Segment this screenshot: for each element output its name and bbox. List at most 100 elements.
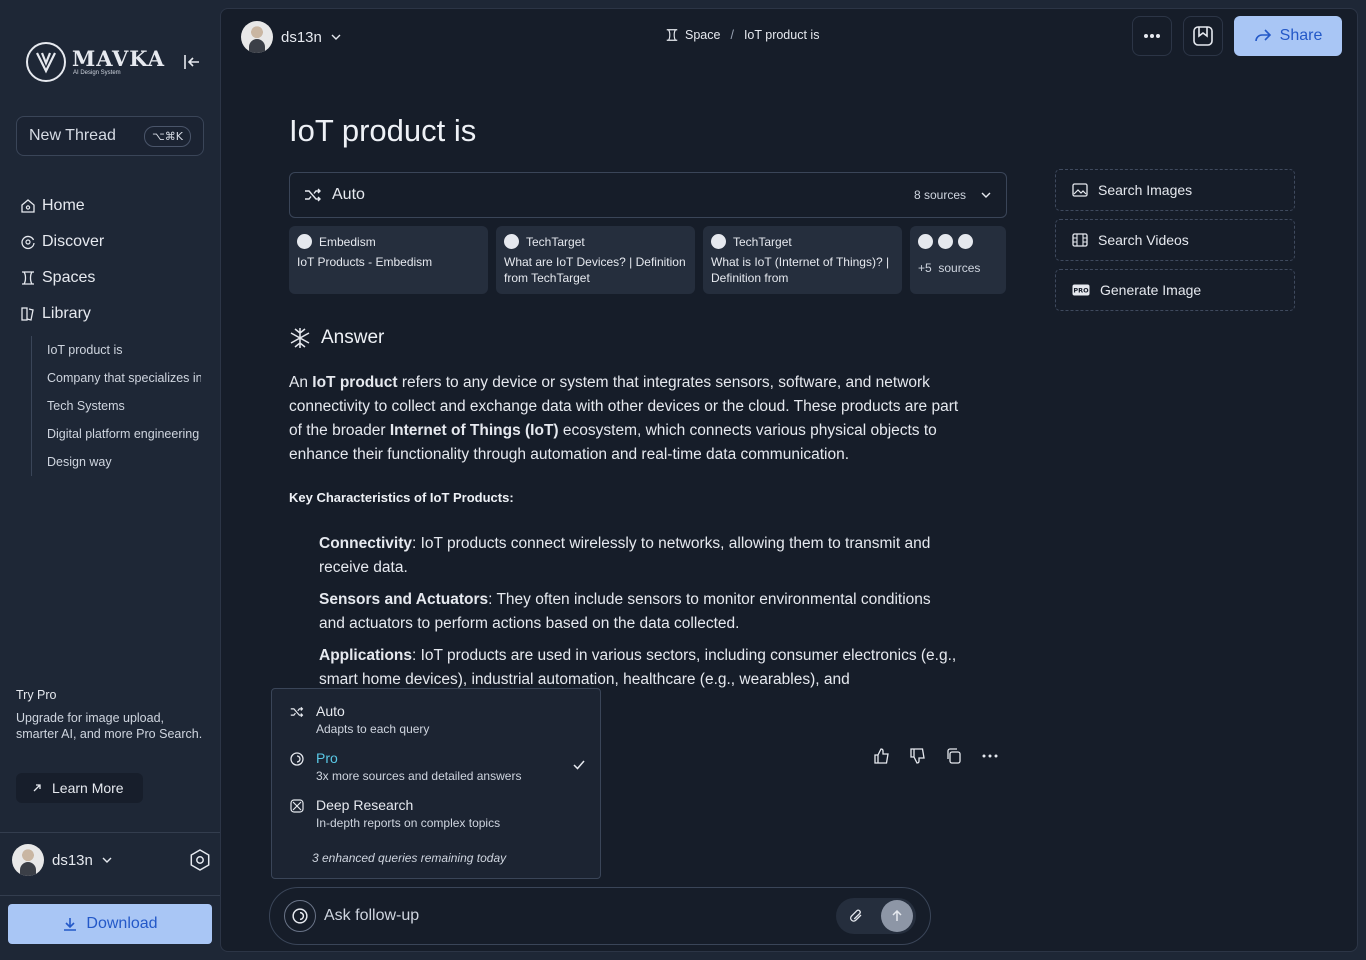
bookmark-icon xyxy=(1192,25,1214,47)
source-site: TechTarget xyxy=(526,234,585,249)
characteristics-list: Connectivity: IoT products connect wirel… xyxy=(319,532,959,690)
paperclip-icon[interactable] xyxy=(848,908,864,924)
atom-icon xyxy=(290,799,304,813)
spaces-icon xyxy=(20,270,36,286)
sidebar-user-menu[interactable]: ds13n xyxy=(12,844,113,876)
followup-actions xyxy=(836,898,916,934)
generate-image-button[interactable]: PRO Generate Image xyxy=(1055,269,1295,311)
try-pro-title: Try Pro xyxy=(16,688,57,702)
share-button[interactable]: Share xyxy=(1234,16,1342,56)
more-sources-card[interactable]: +5 sources xyxy=(910,226,1006,294)
mode-option-deep-research[interactable]: Deep Research In-depth reports on comple… xyxy=(290,797,586,830)
mode-option-pro[interactable]: Pro 3x more sources and detailed answers xyxy=(290,750,586,783)
divider xyxy=(0,895,220,896)
breadcrumb: Space / IoT product is xyxy=(665,28,819,42)
header-username: ds13n xyxy=(281,28,322,46)
breadcrumb-space[interactable]: Space xyxy=(685,28,720,42)
mavka-logo-icon xyxy=(26,42,66,82)
answer-text: An IoT product refers to any device or s… xyxy=(289,371,959,467)
thumbs-up-icon[interactable] xyxy=(873,747,893,767)
sources-count: 8 sources xyxy=(913,188,966,202)
source-card[interactable]: Embedism IoT Products - Embedism xyxy=(289,226,488,294)
settings-icon[interactable] xyxy=(188,848,212,872)
library-item[interactable]: Tech Systems xyxy=(47,392,201,420)
source-site: TechTarget xyxy=(733,234,792,249)
svg-text:PRO: PRO xyxy=(1073,287,1089,295)
thumbs-down-icon[interactable] xyxy=(909,747,929,767)
collapse-sidebar-icon[interactable] xyxy=(182,52,202,72)
quick-action-label: Generate Image xyxy=(1100,282,1202,298)
library-item[interactable]: IoT product is xyxy=(47,336,201,364)
search-videos-button[interactable]: Search Videos xyxy=(1055,219,1295,261)
mode-option-auto[interactable]: Auto Adapts to each query xyxy=(290,703,586,736)
library-list: IoT product is Company that specializes … xyxy=(31,336,210,476)
sidebar-item-label: Library xyxy=(42,305,91,322)
share-label: Share xyxy=(1279,27,1323,44)
chevron-down-icon xyxy=(101,854,113,866)
source-card[interactable]: TechTarget What are IoT Devices? | Defin… xyxy=(496,226,695,294)
source-title: IoT Products - Embedism xyxy=(297,255,433,269)
learn-more-button[interactable]: Learn More xyxy=(16,773,143,803)
pro-swirl-icon xyxy=(292,908,308,924)
sidebar-item-library[interactable]: Library xyxy=(20,296,210,332)
brand-logo[interactable]: MAVKA AI Design System xyxy=(26,42,165,82)
source-cards: Embedism IoT Products - Embedism TechTar… xyxy=(289,226,1006,294)
source-card[interactable]: TechTarget What is IoT (Internet of Thin… xyxy=(703,226,902,294)
more-horizontal-icon[interactable] xyxy=(981,747,1001,767)
header-user-menu[interactable]: ds13n xyxy=(241,21,342,53)
favicon-icon xyxy=(958,234,973,249)
favicon-icon xyxy=(918,234,933,249)
favicon-icon xyxy=(504,234,519,249)
sidebar-item-label: Spaces xyxy=(42,269,96,286)
breadcrumb-current: IoT product is xyxy=(743,28,820,42)
answer-heading: Answer xyxy=(289,327,384,349)
followup-bar xyxy=(269,887,931,945)
list-item: Applications: IoT products are used in v… xyxy=(319,644,959,690)
sidebar-username: ds13n xyxy=(52,851,93,869)
source-site: Embedism xyxy=(319,234,376,249)
chevron-down-icon xyxy=(980,189,992,201)
try-pro-description: Upgrade for image upload, smarter AI, an… xyxy=(16,711,203,741)
send-button[interactable] xyxy=(881,900,913,932)
avatar xyxy=(12,844,44,876)
page-title: IoT product is xyxy=(289,113,477,148)
bookmark-button[interactable] xyxy=(1183,16,1223,56)
divider xyxy=(0,832,220,833)
mode-toggle-button[interactable] xyxy=(284,900,316,932)
bullet-term: Applications xyxy=(319,647,413,664)
sidebar: MAVKA AI Design System New Thread ⌥⌘K Ho… xyxy=(0,0,220,960)
sidebar-item-spaces[interactable]: Spaces xyxy=(20,260,210,296)
answer-bold-term: IoT product xyxy=(312,374,398,391)
copy-icon[interactable] xyxy=(945,747,965,767)
new-thread-button[interactable]: New Thread ⌥⌘K xyxy=(16,116,204,156)
answer-heading-label: Answer xyxy=(321,327,385,348)
followup-input[interactable] xyxy=(324,907,824,925)
pro-swirl-icon xyxy=(290,752,304,766)
film-icon xyxy=(1072,233,1088,247)
mode-option-desc: Adapts to each query xyxy=(316,722,430,736)
more-sources-label: sources xyxy=(938,261,981,275)
enhanced-queries-note: 3 enhanced queries remaining today xyxy=(312,851,507,865)
library-item[interactable]: Company that specializes in xyxy=(47,364,201,392)
mode-option-desc: 3x more sources and detailed answers xyxy=(316,769,522,783)
quick-action-label: Search Images xyxy=(1098,182,1193,198)
download-button[interactable]: Download xyxy=(8,904,212,944)
more-sources-count: +5 xyxy=(918,261,932,275)
search-mode-selector[interactable]: Auto 8 sources xyxy=(289,172,1007,218)
mode-option-label: Deep Research xyxy=(316,797,414,813)
library-item[interactable]: Design way xyxy=(47,448,201,476)
breadcrumb-separator: / xyxy=(730,28,734,42)
spaces-icon xyxy=(665,28,679,42)
sidebar-item-discover[interactable]: Discover xyxy=(20,224,210,260)
arrow-up-icon xyxy=(891,910,903,922)
bullet-term: Sensors and Actuators xyxy=(319,591,489,608)
search-images-button[interactable]: Search Images xyxy=(1055,169,1295,211)
learn-more-label: Learn More xyxy=(52,780,124,796)
shortcut-badge: ⌥⌘K xyxy=(144,125,191,147)
favicon-icon xyxy=(711,234,726,249)
more-options-button[interactable] xyxy=(1132,16,1172,56)
sidebar-item-home[interactable]: Home xyxy=(20,188,210,224)
favicon-icon xyxy=(938,234,953,249)
library-item[interactable]: Digital platform engineering xyxy=(47,420,201,448)
search-mode-dropdown: Auto Adapts to each query Pro 3x more so… xyxy=(271,688,601,879)
